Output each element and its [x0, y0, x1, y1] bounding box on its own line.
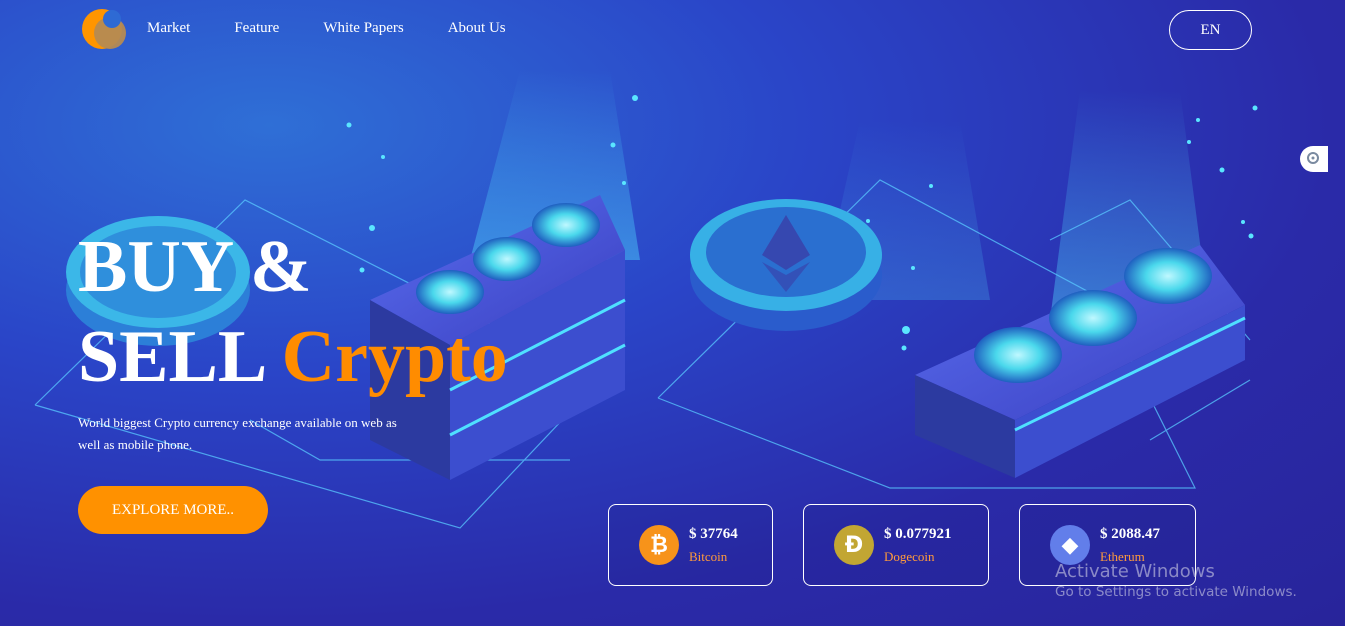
- price-card-bitcoin[interactable]: ₿ $ 37764 Bitcoin: [608, 504, 773, 586]
- nav-item-white-papers[interactable]: White Papers: [323, 20, 403, 37]
- windows-activation-watermark: Activate Windows Go to Settings to activ…: [1055, 561, 1297, 600]
- price-card-dogecoin[interactable]: Ð $ 0.077921 Dogecoin: [803, 504, 989, 586]
- price-value: $ 37764: [689, 525, 738, 542]
- brand-logo[interactable]: [80, 7, 128, 51]
- language-button[interactable]: EN: [1169, 10, 1252, 50]
- price-value: $ 0.077921: [884, 525, 952, 542]
- coin-name: Dogecoin: [884, 548, 935, 564]
- coin-name: Bitcoin: [689, 548, 728, 564]
- hero-title-accent: Crypto: [281, 316, 508, 398]
- nav-item-market[interactable]: Market: [147, 20, 190, 37]
- watermark-title: Activate Windows: [1055, 561, 1215, 582]
- hero-title-line2: SELL: [78, 316, 264, 398]
- nav-item-feature[interactable]: Feature: [234, 20, 279, 37]
- search-icon[interactable]: [1300, 146, 1328, 172]
- hero-title-line1: BUY &: [78, 226, 312, 308]
- hero-subtitle: World biggest Crypto currency exchange a…: [78, 415, 397, 452]
- hero-title: BUY & SELL Crypto: [78, 222, 508, 402]
- nav-item-about-us[interactable]: About Us: [448, 20, 506, 37]
- price-value: $ 2088.47: [1100, 525, 1160, 542]
- bitcoin-icon: ₿: [639, 525, 679, 565]
- watermark-subtitle: Go to Settings to activate Windows.: [1055, 584, 1297, 600]
- dogecoin-icon: Ð: [834, 525, 874, 565]
- ethereum-icon: ◆: [1050, 525, 1090, 565]
- main-nav: Market Feature White Papers About Us: [147, 20, 550, 37]
- explore-more-button[interactable]: EXPLORE MORE..: [78, 486, 268, 534]
